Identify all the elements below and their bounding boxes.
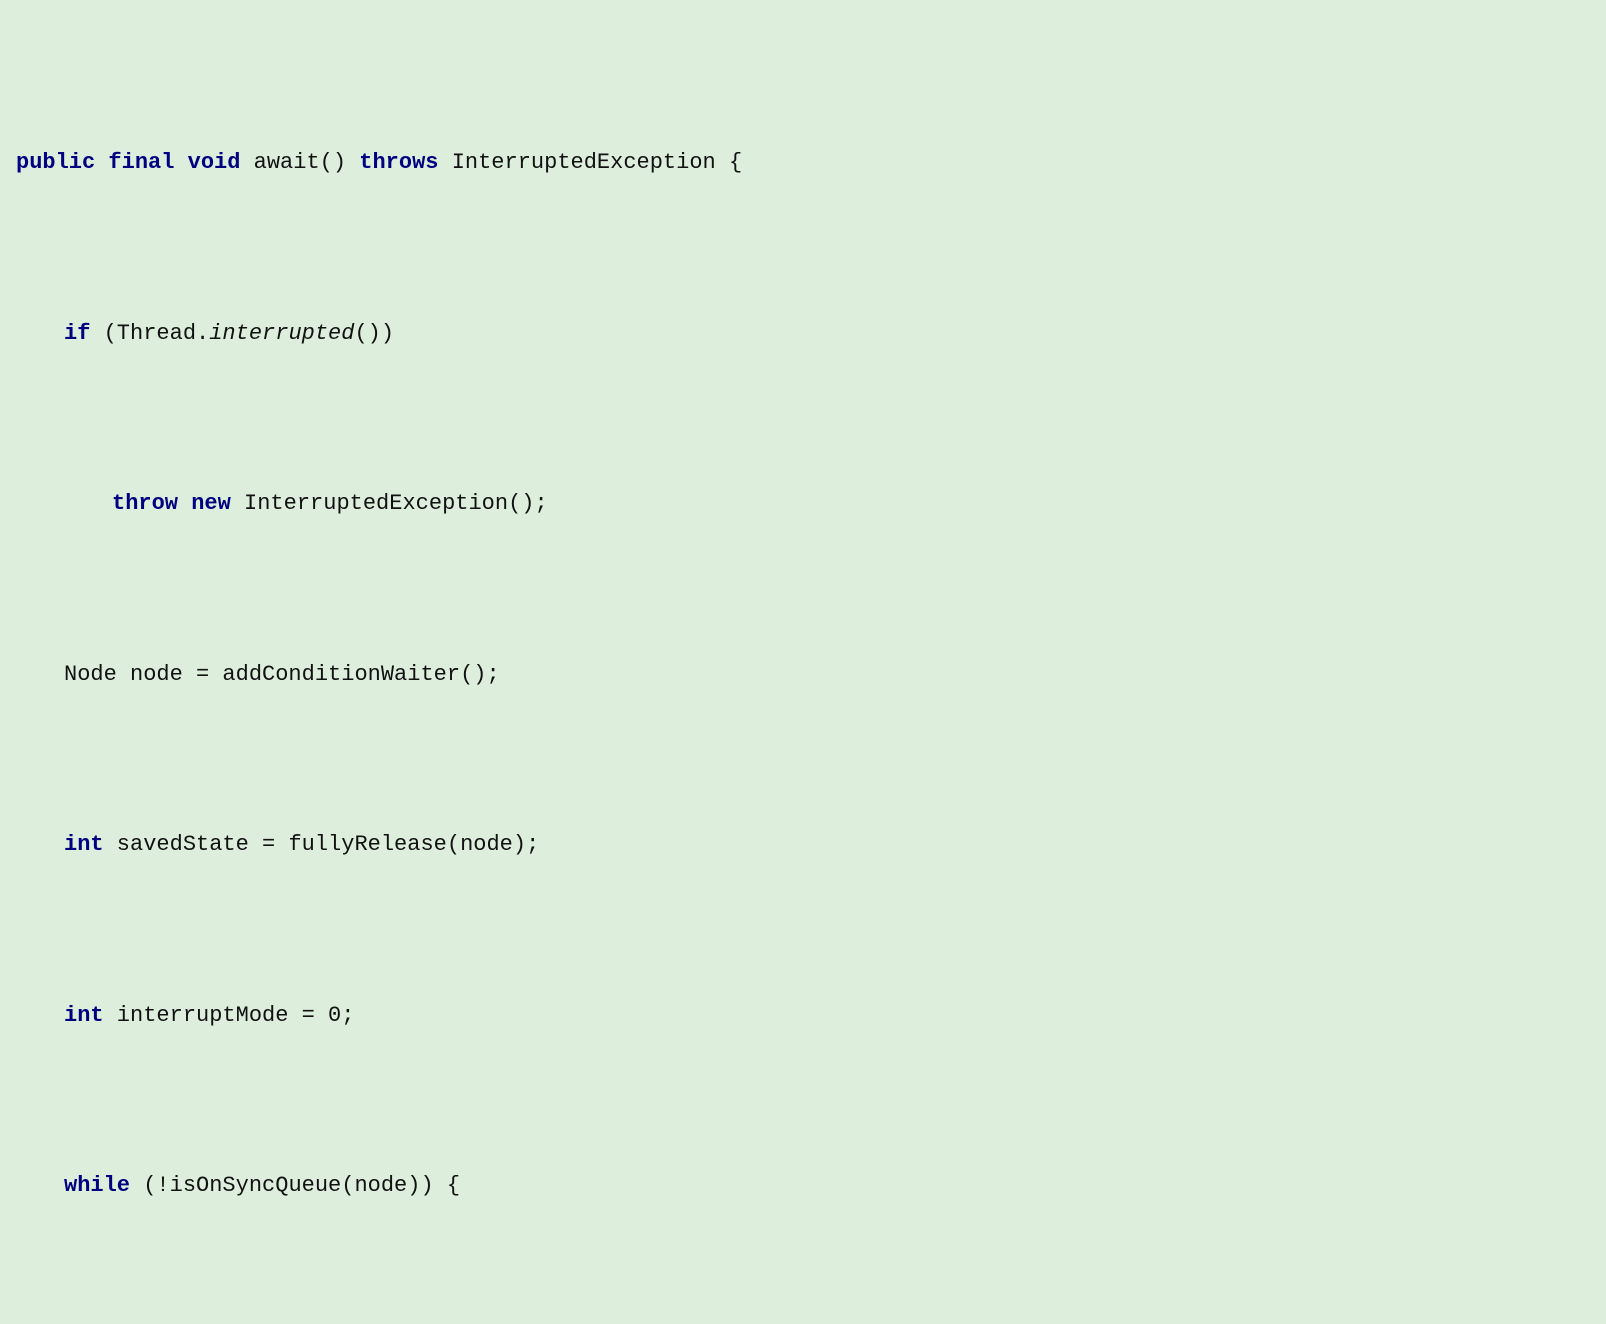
method-interrupted: interrupted	[209, 321, 354, 346]
line-4: Node node = addConditionWaiter();	[16, 658, 1590, 692]
line-2: if (Thread.interrupted())	[16, 317, 1590, 351]
keyword-int-2: int	[64, 1003, 104, 1028]
line-7: while (!isOnSyncQueue(node)) {	[16, 1169, 1590, 1203]
keyword-final: final	[108, 150, 174, 175]
keyword-throws: throws	[359, 150, 438, 175]
keyword-void: void	[188, 150, 241, 175]
keyword-int-1: int	[64, 832, 104, 857]
keyword-public: public	[16, 150, 95, 175]
keyword-if-1: if	[64, 321, 90, 346]
line-3: throw new InterruptedException();	[16, 487, 1590, 521]
keyword-new: new	[191, 491, 231, 516]
line-6: int interruptMode = 0;	[16, 999, 1590, 1033]
code-block: public final void await() throws Interru…	[16, 10, 1590, 1324]
line-5: int savedState = fullyRelease(node);	[16, 828, 1590, 862]
keyword-while: while	[64, 1173, 130, 1198]
keyword-throw: throw	[112, 491, 178, 516]
line-1: public final void await() throws Interru…	[16, 146, 1590, 180]
